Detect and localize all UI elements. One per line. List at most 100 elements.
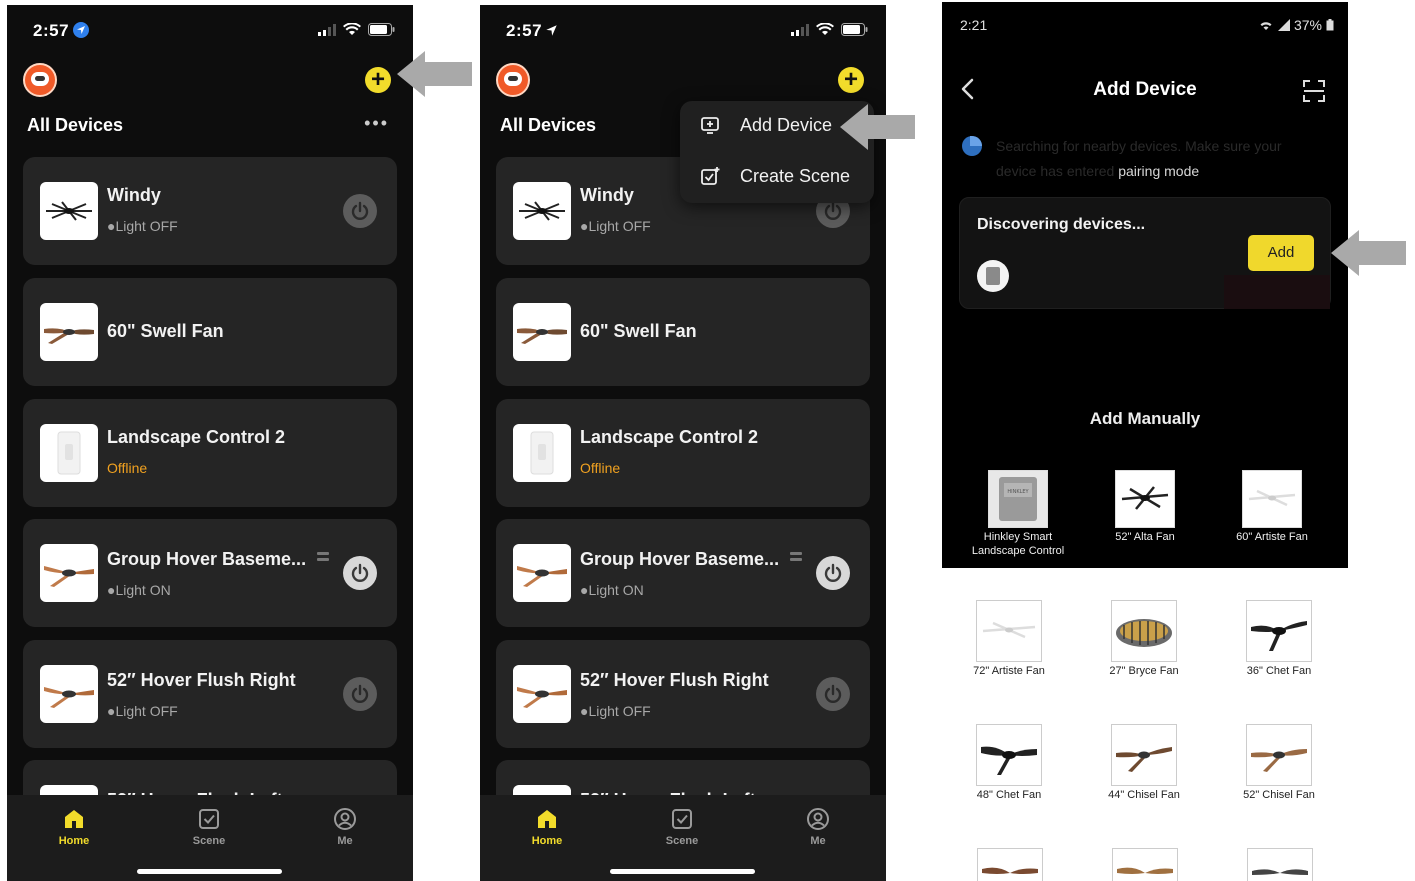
scan-qr-icon[interactable]: [1302, 79, 1326, 103]
status-time: 2:57: [506, 21, 558, 41]
signal-icon: [318, 23, 336, 36]
power-toggle-button[interactable]: [343, 677, 377, 711]
tab-me[interactable]: Me: [305, 807, 385, 847]
tab-scene[interactable]: Scene: [642, 807, 722, 847]
battery-icon: [841, 23, 868, 36]
device-card-landscape-control[interactable]: Landscape Control 2 Offline: [496, 399, 870, 507]
add-manually-heading: Add Manually: [1089, 409, 1201, 428]
product-thumbnail-partial[interactable]: [977, 848, 1043, 881]
power-toggle-button[interactable]: [816, 677, 850, 711]
wifi-icon: [343, 23, 361, 35]
scene-check-icon: [672, 809, 692, 829]
ios-home-screen-with-menu: 2:57 + All Devices Windy ●Light OFF 60" …: [480, 5, 886, 881]
tab-label: Scene: [192, 835, 226, 847]
profile-icon: [807, 808, 829, 830]
signal-icon: [1277, 19, 1290, 31]
add-plus-button[interactable]: +: [838, 67, 864, 93]
device-name: Landscape Control 2: [580, 427, 759, 447]
device-card-swell-fan[interactable]: 60" Swell Fan: [23, 278, 397, 386]
scene-check-icon: [199, 809, 219, 829]
status-time: 2:21: [960, 17, 988, 33]
device-card-group-hover[interactable]: Group Hover Baseme... ●Light ON: [496, 519, 870, 627]
product-44-chisel-fan[interactable]: 44" Chisel Fan: [1084, 724, 1204, 802]
product-label: 52" Chisel Fan: [1243, 789, 1315, 801]
location-icon: [73, 22, 90, 38]
robot-avatar-icon[interactable]: [496, 63, 530, 97]
searching-spinner-icon: [962, 136, 982, 156]
device-status: ●Light OFF: [107, 218, 178, 234]
product-hinkley-landscape-control[interactable]: HINKLEY Hinkley Smart Landscape Control: [958, 470, 1078, 558]
profile-icon: [334, 808, 356, 830]
device-name: Windy: [107, 185, 161, 205]
product-27-bryce-fan[interactable]: 27" Bryce Fan: [1084, 600, 1204, 678]
signal-icon: [791, 23, 809, 36]
ceiling-fan-thumbnail: [513, 544, 571, 602]
menu-item-label: Add Device: [740, 114, 833, 135]
power-toggle-button[interactable]: [343, 556, 377, 590]
product-label: 36" Chet Fan: [1246, 665, 1312, 677]
product-72-artiste-fan[interactable]: 72" Artiste Fan: [949, 600, 1069, 678]
tab-label: Me: [337, 835, 353, 847]
product-thumbnail-partial[interactable]: [1247, 848, 1313, 881]
device-name: 60" Swell Fan: [107, 321, 224, 341]
tab-home[interactable]: Home: [34, 807, 114, 847]
product-60-artiste-fan[interactable]: 60" Artiste Fan: [1212, 470, 1332, 544]
device-name: 52″ Hover Flush Right: [107, 670, 296, 690]
ceiling-fan-thumbnail: [513, 182, 571, 240]
power-toggle-button[interactable]: [816, 556, 850, 590]
device-card-swell-fan[interactable]: 60" Swell Fan: [496, 278, 870, 386]
ceiling-fan-thumbnail: [40, 303, 98, 361]
wifi-icon: [1260, 22, 1272, 30]
annotation-arrow-2: [840, 104, 915, 150]
wall-switch-thumbnail: [40, 424, 98, 482]
menu-item-create-scene[interactable]: Create Scene: [700, 156, 850, 196]
product-52-chisel-fan[interactable]: 52" Chisel Fan: [1219, 724, 1339, 802]
menu-item-add-device[interactable]: Add Device: [700, 105, 832, 145]
section-title: All Devices: [500, 115, 597, 135]
ios-home-screen: 2:57 + All Devices ••• Windy ●Light OFF …: [7, 5, 413, 881]
tab-me[interactable]: Me: [778, 807, 858, 847]
product-36-chet-fan[interactable]: 36" Chet Fan: [1219, 600, 1339, 678]
section-title: All Devices: [27, 115, 124, 135]
ceiling-fan-thumbnail: [513, 665, 571, 723]
home-icon: [538, 810, 556, 828]
add-plus-button[interactable]: +: [365, 67, 391, 93]
home-icon: [65, 810, 83, 828]
group-icon: [317, 552, 329, 561]
menu-item-label: Create Scene: [740, 165, 851, 186]
annotation-arrow-1: [397, 51, 472, 97]
device-name: Landscape Control 2: [107, 427, 286, 447]
page-title: Add Device: [1093, 79, 1197, 100]
device-name: 60" Swell Fan: [580, 321, 697, 341]
product-48-chet-fan[interactable]: 48" Chet Fan: [949, 724, 1069, 802]
discovered-device-icon[interactable]: [977, 260, 1009, 292]
home-indicator: [610, 869, 755, 874]
wifi-icon: [816, 23, 834, 35]
home-indicator: [137, 869, 282, 874]
device-card-windy[interactable]: Windy ●Light OFF: [23, 157, 397, 265]
tab-scene[interactable]: Scene: [169, 807, 249, 847]
device-status: ●Light ON: [107, 582, 171, 598]
device-card-group-hover[interactable]: Group Hover Baseme... ●Light ON: [23, 519, 397, 627]
device-card-landscape-control[interactable]: Landscape Control 2 Offline: [23, 399, 397, 507]
device-status: ●Light ON: [580, 582, 644, 598]
status-bar: 2:57: [7, 5, 413, 57]
status-bar: 2:57: [480, 5, 886, 57]
device-card-hover-flush-right[interactable]: 52″ Hover Flush Right ●Light OFF: [23, 640, 397, 748]
ceiling-fan-thumbnail: [40, 665, 98, 723]
power-toggle-button[interactable]: [343, 194, 377, 228]
battery-percent: 37%: [1293, 17, 1322, 33]
more-options-icon[interactable]: •••: [364, 113, 389, 134]
tab-label: Me: [810, 835, 826, 847]
tab-home[interactable]: Home: [507, 807, 587, 847]
product-label: 52" Alta Fan: [1115, 531, 1175, 543]
ceiling-fan-thumbnail: [513, 303, 571, 361]
product-52-alta-fan[interactable]: 52" Alta Fan: [1085, 470, 1205, 544]
device-name: Group Hover Baseme...: [580, 549, 780, 569]
product-label: 44" Chisel Fan: [1108, 789, 1180, 801]
add-button[interactable]: Add: [1248, 235, 1314, 271]
robot-avatar-icon[interactable]: [23, 63, 57, 97]
ceiling-fan-thumbnail: [40, 544, 98, 602]
device-card-hover-flush-right[interactable]: 52″ Hover Flush Right ●Light OFF: [496, 640, 870, 748]
product-thumbnail-partial[interactable]: [1112, 848, 1178, 881]
